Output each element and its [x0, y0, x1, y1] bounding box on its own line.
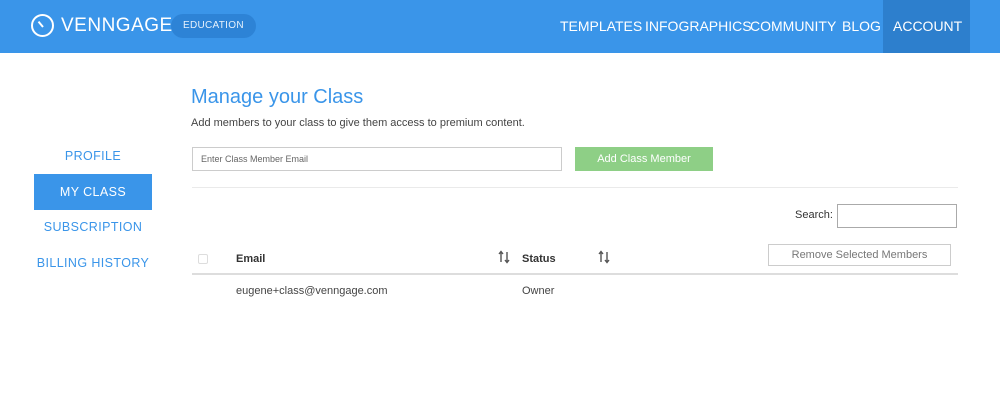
class-member-email-input[interactable]	[192, 147, 562, 171]
table-header-divider	[192, 273, 958, 275]
section-divider	[192, 187, 958, 188]
search-label: Search:	[795, 209, 833, 221]
nav-blog[interactable]: BLOG	[842, 0, 881, 53]
clock-icon[interactable]	[31, 14, 54, 37]
nav-templates[interactable]: TEMPLATES	[560, 0, 642, 53]
brand-name[interactable]: VENNGAGE	[61, 14, 173, 38]
sort-arrows-icon[interactable]	[598, 250, 610, 264]
top-navbar: VENNGAGE EDUCATION TEMPLATES INFOGRAPHIC…	[0, 0, 1000, 83]
nav-infographics[interactable]: INFOGRAPHICS	[645, 0, 752, 53]
sidebar-item-my-class[interactable]: MY CLASS	[34, 174, 152, 210]
remove-selected-members-button[interactable]: Remove Selected Members	[768, 244, 951, 266]
sort-arrows-icon[interactable]	[498, 250, 510, 264]
nav-account-label: ACCOUNT	[893, 18, 963, 34]
nav-account[interactable]: ACCOUNT	[883, 0, 970, 83]
add-class-member-button[interactable]: Add Class Member	[575, 147, 713, 171]
select-all-checkbox[interactable]	[198, 254, 208, 264]
nav-community[interactable]: COMMUNITY	[750, 0, 836, 53]
column-header-status[interactable]: Status	[522, 252, 556, 266]
education-badge: EDUCATION	[171, 14, 256, 38]
search-input[interactable]	[837, 204, 957, 228]
table-cell-email: eugene+class@venngage.com	[236, 285, 388, 297]
caret-down-icon	[897, 78, 905, 83]
page-title: Manage your Class	[191, 86, 364, 108]
table-cell-status: Owner	[522, 285, 555, 297]
column-header-email[interactable]: Email	[236, 252, 265, 266]
sidebar-item-billing-history[interactable]: BILLING HISTORY	[34, 245, 152, 281]
sidebar-item-profile[interactable]: PROFILE	[34, 138, 152, 174]
sidebar-item-subscription[interactable]: SUBSCRIPTION	[34, 209, 152, 245]
page-subtitle: Add members to your class to give them a…	[191, 117, 525, 129]
